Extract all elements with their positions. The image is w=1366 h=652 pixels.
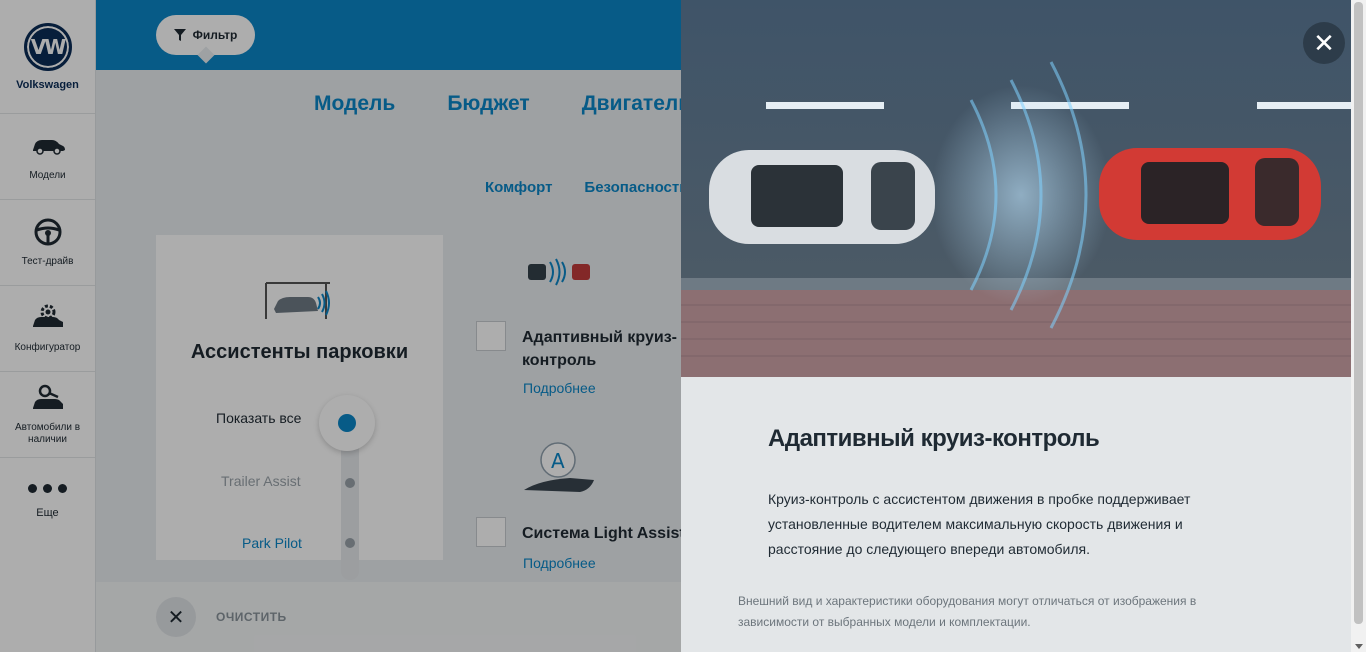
acc-illustration [681, 0, 1351, 377]
modal-description: Круиз-контроль с ассистентом движения в … [768, 491, 1191, 557]
scroll-down-arrow-icon[interactable] [1355, 644, 1363, 649]
close-button[interactable]: ✕ [1303, 22, 1345, 64]
modal-title: Адаптивный круиз-контроль [768, 425, 1100, 452]
scrollbar-thumb[interactable] [1354, 2, 1363, 624]
modal-disclaimer: Внешний вид и характеристики оборудовани… [738, 594, 1197, 629]
feature-detail-panel: ✕ Адаптивный круиз-контроль Круиз-контро… [681, 0, 1351, 652]
close-icon: ✕ [1313, 27, 1335, 58]
scrollbar[interactable] [1351, 0, 1366, 652]
